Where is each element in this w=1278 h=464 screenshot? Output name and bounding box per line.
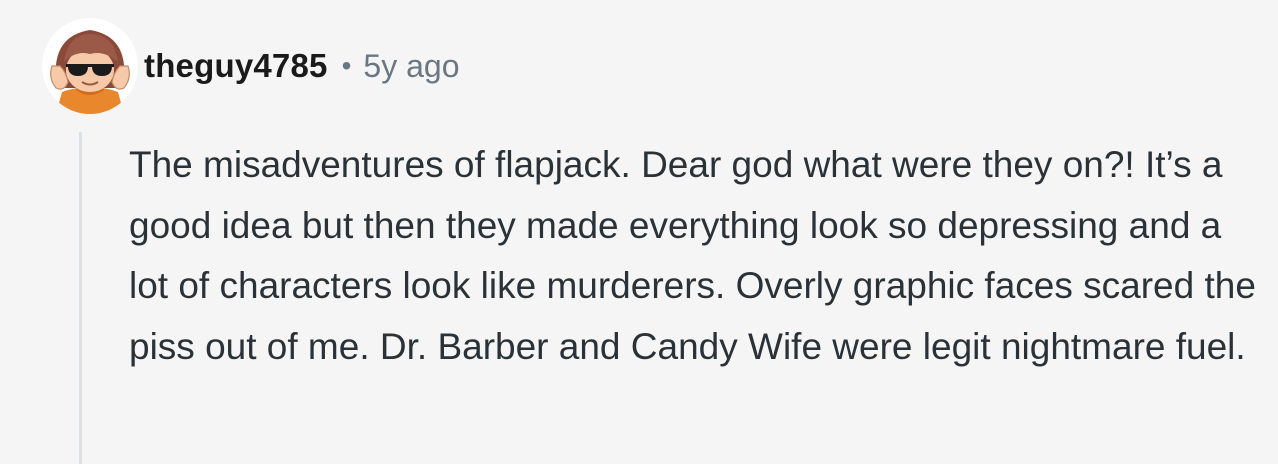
comment-header: theguy4785 • 5y ago (42, 18, 459, 114)
username-link[interactable]: theguy4785 (144, 47, 328, 85)
comment-text: The misadventures of flapjack. Dear god … (129, 144, 1256, 367)
timestamp[interactable]: 5y ago (363, 48, 459, 85)
meta-separator: • (341, 50, 352, 81)
comment-body: The misadventures of flapjack. Dear god … (129, 135, 1264, 377)
cartoon-avatar-icon (42, 18, 138, 114)
avatar[interactable] (42, 18, 138, 114)
thread-collapse-line[interactable] (79, 132, 82, 464)
